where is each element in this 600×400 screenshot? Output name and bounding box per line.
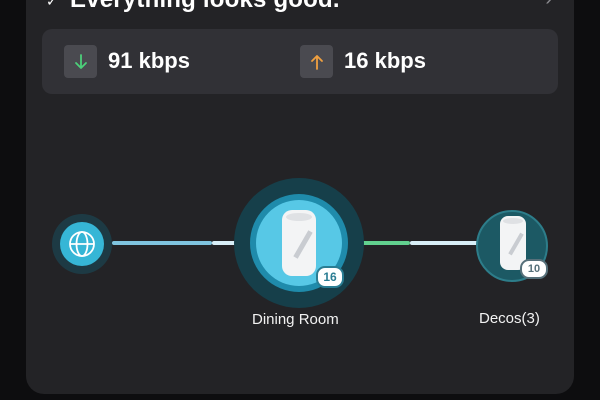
main-deco-label: Dining Room [252, 311, 339, 328]
wan-link [112, 241, 212, 245]
deco-device-icon [282, 210, 316, 276]
backhaul-link-active [358, 241, 410, 245]
main-deco-client-count: 16 [316, 266, 344, 288]
satellite-deco-label: Decos(3) [479, 310, 540, 327]
satellite-deco-client-count: 10 [520, 259, 548, 279]
backhaul-link [410, 241, 478, 245]
internet-node[interactable] [52, 214, 112, 274]
network-topology: 16 10 Dining Room Decos(3) [0, 0, 600, 400]
globe-icon [60, 222, 104, 266]
